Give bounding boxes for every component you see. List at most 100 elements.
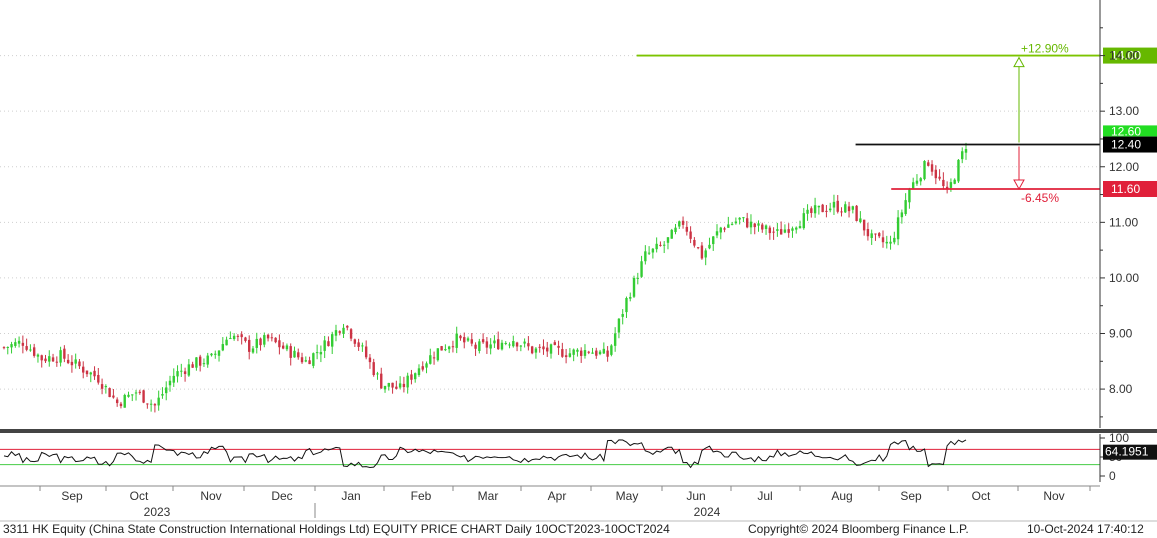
candle bbox=[636, 272, 639, 285]
candle bbox=[749, 214, 753, 235]
candle bbox=[693, 237, 696, 248]
candle-body bbox=[383, 385, 387, 390]
candle-body bbox=[904, 200, 907, 215]
candle-body bbox=[214, 353, 217, 355]
candle-body bbox=[2, 347, 6, 349]
candle bbox=[149, 399, 153, 412]
candle bbox=[25, 338, 28, 352]
candle-body bbox=[161, 394, 164, 396]
candle bbox=[119, 401, 123, 409]
candle bbox=[59, 346, 62, 367]
candle-body bbox=[440, 346, 443, 351]
candle bbox=[674, 224, 677, 235]
candle-body bbox=[221, 344, 225, 351]
candle-body bbox=[813, 205, 817, 214]
candle-body bbox=[719, 227, 722, 233]
candle-body bbox=[561, 349, 564, 357]
candle bbox=[474, 342, 477, 356]
candle bbox=[338, 330, 341, 336]
candle-body bbox=[595, 350, 598, 356]
candle-body bbox=[795, 227, 798, 230]
candle-body bbox=[840, 211, 843, 213]
price-tick-label: 9.00 bbox=[1109, 327, 1133, 341]
candle bbox=[432, 351, 436, 365]
candle bbox=[681, 216, 685, 229]
candle bbox=[323, 335, 326, 359]
candle-body bbox=[681, 220, 685, 225]
month-label: Aug bbox=[831, 489, 852, 503]
candle bbox=[17, 336, 21, 348]
upside-arrow-head bbox=[1013, 56, 1025, 68]
candle-body bbox=[123, 394, 126, 408]
candle bbox=[666, 237, 670, 250]
candle bbox=[206, 352, 209, 368]
candle bbox=[244, 336, 247, 343]
candle bbox=[783, 224, 787, 234]
candle-body bbox=[274, 337, 277, 343]
candle bbox=[398, 376, 402, 390]
candle bbox=[36, 353, 40, 363]
candle-body bbox=[489, 344, 492, 349]
candle-body bbox=[248, 339, 251, 352]
candle bbox=[813, 197, 817, 218]
candle bbox=[629, 292, 632, 302]
candle bbox=[678, 220, 681, 230]
candle bbox=[478, 338, 481, 354]
candle bbox=[791, 226, 794, 238]
candle-body bbox=[191, 364, 194, 368]
candle bbox=[440, 345, 443, 351]
candle bbox=[572, 348, 575, 362]
candle bbox=[712, 235, 715, 251]
candle bbox=[938, 169, 941, 181]
candle-body bbox=[564, 355, 568, 358]
candle bbox=[715, 224, 719, 239]
candle bbox=[670, 228, 673, 239]
candle bbox=[859, 211, 862, 224]
candle-body bbox=[832, 201, 836, 208]
candle-body bbox=[398, 383, 402, 388]
candle-body bbox=[251, 348, 255, 353]
candle-body bbox=[470, 339, 473, 344]
candle-body bbox=[927, 162, 930, 166]
month-label: Sep bbox=[61, 489, 83, 503]
candle bbox=[195, 357, 198, 371]
candle bbox=[519, 345, 523, 352]
candle-body bbox=[870, 233, 873, 238]
candle-body bbox=[308, 360, 311, 365]
candle-body bbox=[685, 226, 689, 232]
candle bbox=[97, 368, 100, 385]
candle-body bbox=[606, 350, 609, 357]
candle-body bbox=[59, 350, 62, 363]
candle bbox=[172, 368, 175, 387]
candle-body bbox=[331, 334, 334, 347]
candle-body bbox=[444, 349, 447, 351]
candle bbox=[904, 193, 907, 216]
candle bbox=[104, 384, 108, 394]
candle bbox=[425, 361, 428, 374]
candle-body bbox=[783, 229, 787, 233]
candle-body bbox=[142, 390, 145, 403]
month-label: Oct bbox=[972, 489, 991, 503]
time-axis: Sep Oct Nov Dec Jan Feb Mar Apr May Jun Jul Aug Sep O… bbox=[0, 485, 1157, 522]
candle-body bbox=[297, 352, 300, 358]
candle-body bbox=[6, 346, 9, 348]
candle bbox=[632, 275, 636, 298]
candle-body bbox=[847, 206, 851, 212]
candle bbox=[810, 206, 813, 218]
footer-ticker: 3311 HK Equity (China State Construction… bbox=[3, 522, 670, 536]
candle bbox=[851, 205, 855, 214]
candle bbox=[293, 346, 296, 358]
candle bbox=[493, 335, 496, 348]
candle-body bbox=[459, 335, 462, 339]
candle bbox=[21, 335, 25, 354]
candle-body bbox=[651, 248, 655, 253]
candle bbox=[327, 336, 330, 347]
candle-body bbox=[436, 348, 440, 361]
candle-body bbox=[312, 353, 315, 366]
candle-body bbox=[451, 346, 455, 348]
candle bbox=[523, 338, 526, 348]
candle-body bbox=[55, 361, 59, 363]
candle-body bbox=[568, 353, 572, 357]
candle bbox=[270, 333, 274, 342]
candle bbox=[380, 367, 383, 389]
